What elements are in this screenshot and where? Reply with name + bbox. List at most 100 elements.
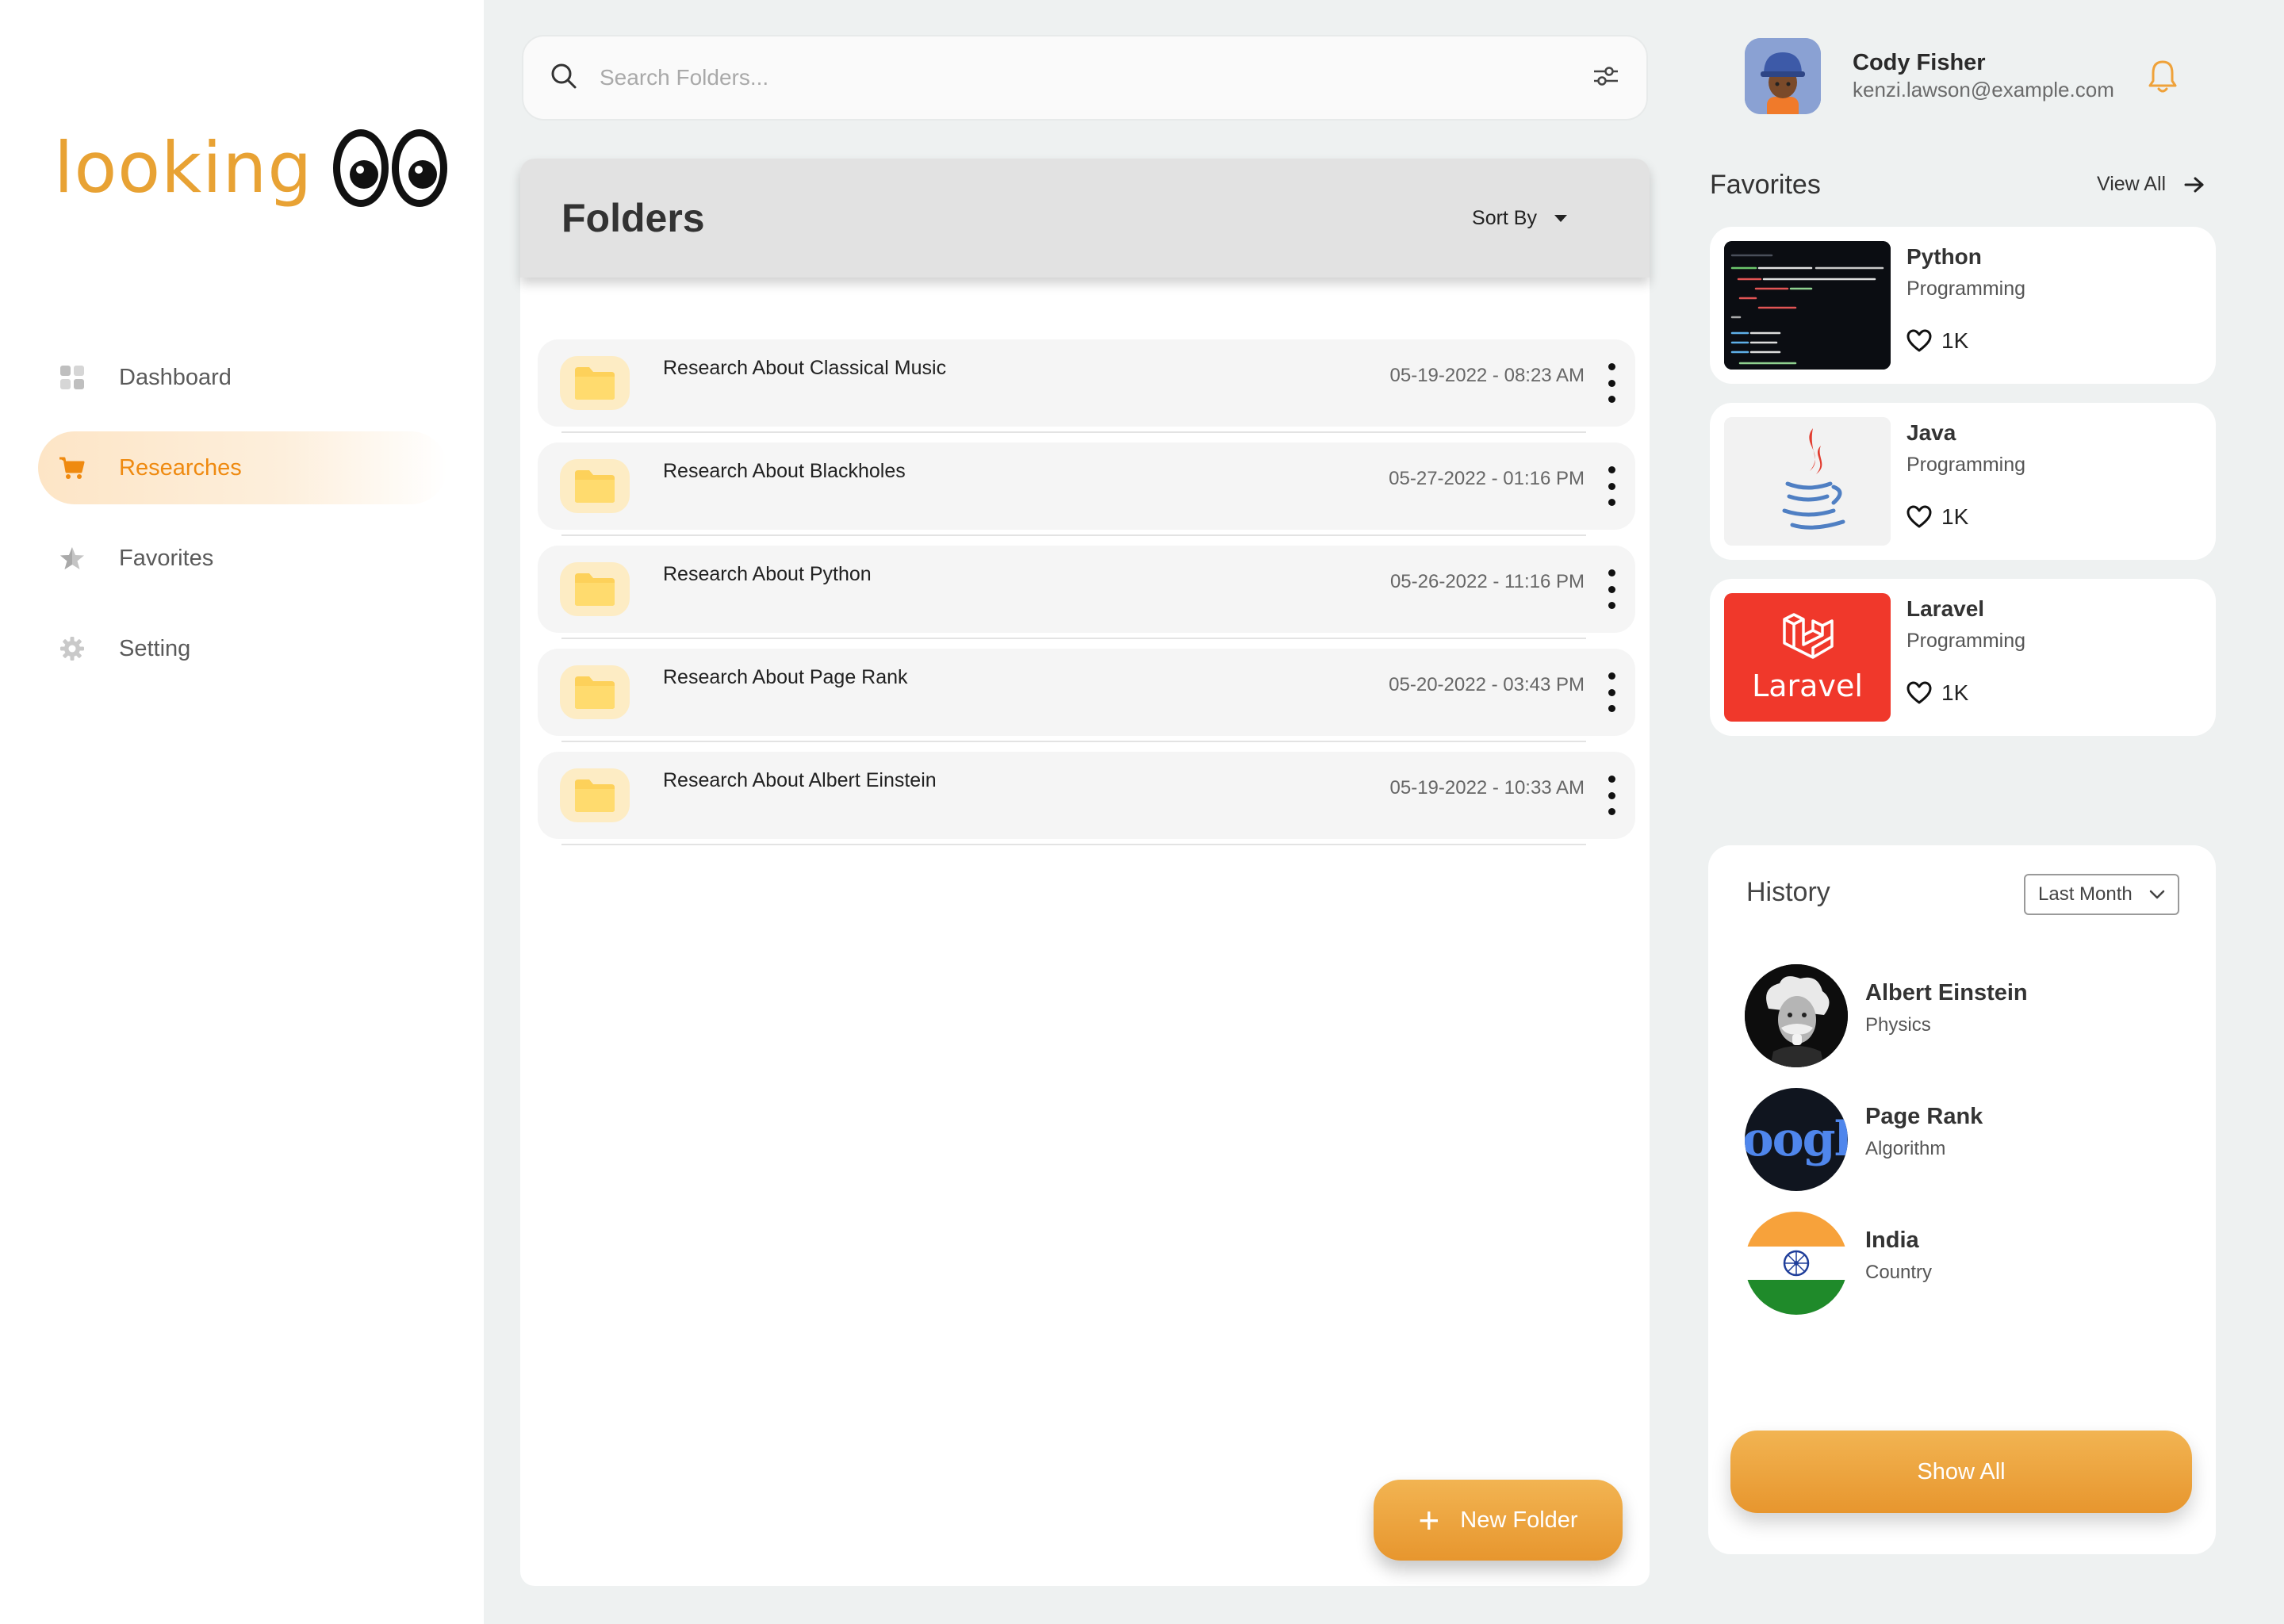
laravel-logo-icon: [1783, 613, 1834, 659]
folders-panel: Folders Sort By Research About Classical…: [520, 159, 1650, 1586]
laravel-logo-thumbnail: Laravel: [1724, 593, 1891, 722]
new-folder-label: New Folder: [1460, 1507, 1578, 1533]
favorite-card-python[interactable]: Python Programming 1K: [1710, 227, 2216, 384]
folder-name: Research About Classical Music: [663, 357, 947, 379]
likes-count: 1K: [1941, 680, 1969, 705]
history-item[interactable]: Albert Einstein Physics: [1745, 964, 2028, 1067]
cart-icon: [59, 454, 86, 481]
folder-row[interactable]: Research About Page Rank 05-20-2022 - 03…: [538, 649, 1635, 742]
history-name: India: [1865, 1227, 1919, 1253]
sidebar-item-setting[interactable]: Setting: [38, 612, 447, 685]
heart-icon: [1907, 329, 1932, 352]
search-bar: [522, 35, 1648, 121]
folder-icon: [560, 356, 630, 410]
grid-icon: [59, 364, 86, 391]
favorite-category: Programming: [1907, 278, 2026, 300]
folder-row[interactable]: Research About Classical Music 05-19-202…: [538, 339, 1635, 433]
history-text: India Country: [1865, 1228, 1932, 1284]
caret-down-icon: [1554, 214, 1567, 222]
heart-icon: [1907, 505, 1932, 528]
folder-date: 05-26-2022 - 11:16 PM: [1389, 571, 1585, 592]
new-folder-button[interactable]: + New Folder: [1374, 1480, 1623, 1561]
right-eye-icon: [392, 128, 448, 207]
favorite-card-laravel[interactable]: Laravel Laravel Programming 1K: [1710, 579, 2216, 736]
chevron-down-icon: [2149, 890, 2165, 899]
more-options-icon[interactable]: [1605, 363, 1618, 403]
folder-row[interactable]: Research About Python 05-26-2022 - 11:16…: [538, 546, 1635, 639]
arrow-right-icon: [2184, 177, 2204, 192]
profile-name: Cody Fisher: [1853, 50, 1986, 75]
bell-icon[interactable]: [2148, 59, 2178, 99]
view-all-link[interactable]: View All: [2097, 173, 2205, 196]
sidebar-item-label: Researches: [119, 454, 242, 481]
history-text: Page Rank Algorithm: [1865, 1104, 1983, 1160]
favorite-card-java[interactable]: Java Programming 1K: [1710, 403, 2216, 560]
einstein-portrait-thumbnail: [1745, 964, 1848, 1067]
folder-icon: [560, 459, 630, 513]
star-icon: [59, 545, 86, 572]
history-title: History: [1746, 877, 1830, 907]
favorite-likes[interactable]: 1K: [1907, 504, 1968, 530]
folder-row[interactable]: Research About Albert Einstein 05-19-202…: [538, 752, 1635, 845]
more-options-icon[interactable]: [1605, 672, 1618, 712]
folder-row[interactable]: Research About Blackholes 05-27-2022 - 0…: [538, 442, 1635, 536]
folder-date: 05-19-2022 - 10:33 AM: [1389, 777, 1585, 799]
favorite-name: Laravel: [1907, 596, 1985, 621]
history-text: Albert Einstein Physics: [1865, 980, 2028, 1036]
java-logo-icon: [1724, 417, 1891, 546]
show-all-label: Show All: [1917, 1458, 2006, 1484]
sidebar-item-label: Favorites: [119, 545, 214, 571]
history-panel: History Last Month Albert Einstein Physi…: [1708, 845, 2216, 1554]
more-options-icon[interactable]: [1605, 569, 1618, 609]
view-all-label: View All: [2097, 173, 2167, 195]
folders-header: Folders Sort By: [520, 159, 1650, 278]
folder-name: Research About Page Rank: [663, 666, 908, 688]
sidebar-item-dashboard[interactable]: Dashboard: [38, 341, 447, 414]
profile-text: Cody Fisher kenzi.lawson@example.com: [1853, 50, 2114, 102]
search-icon[interactable]: [550, 63, 577, 94]
user-profile[interactable]: Cody Fisher kenzi.lawson@example.com: [1745, 38, 2114, 114]
page-title: Folders: [561, 196, 705, 240]
history-category: Country: [1865, 1261, 1933, 1283]
laravel-wordmark: Laravel: [1752, 668, 1863, 703]
heart-icon: [1907, 681, 1932, 704]
more-options-icon[interactable]: [1605, 776, 1618, 815]
sort-by-dropdown[interactable]: Sort By: [1472, 207, 1567, 230]
google-logo-text: oogl: [1745, 1112, 1848, 1167]
history-name: Page Rank: [1865, 1103, 1983, 1129]
gear-icon: [59, 635, 86, 662]
app-logo[interactable]: looking: [54, 127, 448, 209]
sidebar: looking Dashboard Researches Favorites S…: [0, 0, 484, 1624]
plus-icon: +: [1418, 1500, 1440, 1541]
favorite-likes[interactable]: 1K: [1907, 680, 1968, 706]
sort-by-label: Sort By: [1472, 206, 1537, 229]
sidebar-item-label: Dashboard: [119, 364, 232, 390]
history-item[interactable]: oogl Page Rank Algorithm: [1745, 1088, 1983, 1191]
history-name: Albert Einstein: [1865, 979, 2028, 1005]
folder-icon: [560, 562, 630, 616]
more-options-icon[interactable]: [1605, 466, 1618, 506]
show-all-button[interactable]: Show All: [1730, 1431, 2192, 1513]
folder-date: 05-19-2022 - 08:23 AM: [1389, 365, 1585, 386]
folder-name: Research About Blackholes: [663, 460, 906, 482]
history-item[interactable]: India Country: [1745, 1212, 1932, 1315]
folder-icon: [560, 665, 630, 719]
google-pagerank-thumbnail: oogl: [1745, 1088, 1848, 1191]
sidebar-nav: Dashboard Researches Favorites Setting: [38, 341, 447, 703]
history-category: Physics: [1865, 1013, 1931, 1036]
python-code-thumbnail: [1724, 241, 1891, 370]
history-category: Algorithm: [1865, 1137, 1946, 1159]
sidebar-item-favorites[interactable]: Favorites: [38, 522, 447, 595]
favorite-likes[interactable]: 1K: [1907, 328, 1968, 354]
favorite-name: Python: [1907, 244, 1982, 269]
folder-date: 05-27-2022 - 01:16 PM: [1389, 468, 1585, 489]
sidebar-item-researches[interactable]: Researches: [38, 431, 447, 504]
search-input[interactable]: [600, 65, 1592, 90]
eyes-logo-icon: [333, 128, 448, 207]
filter-sliders-icon[interactable]: [1592, 64, 1619, 92]
india-flag-thumbnail: [1745, 1212, 1848, 1315]
history-period-select[interactable]: Last Month: [2024, 874, 2179, 915]
avatar: [1745, 38, 1821, 114]
folder-icon: [560, 768, 630, 822]
favorite-category: Programming: [1907, 630, 2026, 652]
